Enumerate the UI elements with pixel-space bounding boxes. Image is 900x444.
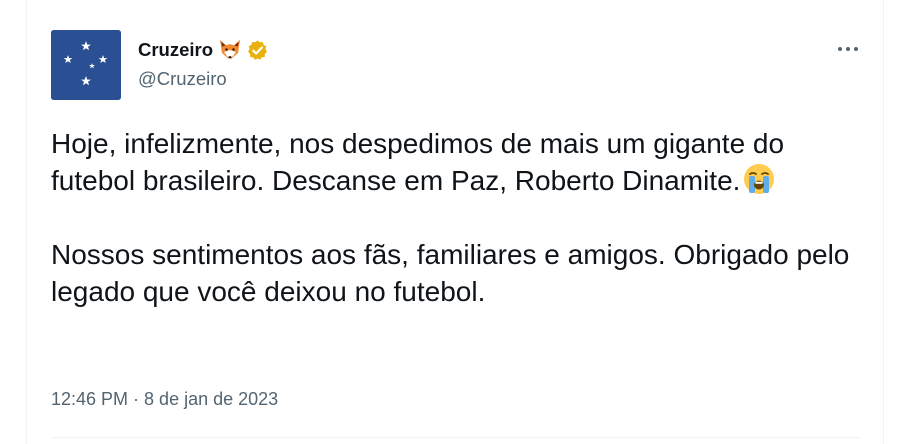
tweet-paragraph-1: Hoje, infelizmente, nos despedimos de ma…	[51, 125, 851, 199]
tweet-date[interactable]: 8 de jan de 2023	[144, 389, 278, 410]
tweet-text: Hoje, infelizmente, nos despedimos de ma…	[51, 125, 851, 310]
tweet-paragraph-2: Nossos sentimentos aos fãs, familiares e…	[51, 239, 850, 307]
tweet-time[interactable]: 12:46 PM	[51, 389, 128, 410]
more-options-button[interactable]	[833, 34, 863, 64]
display-name[interactable]: Cruzeiro	[138, 39, 213, 61]
avatar[interactable]	[51, 30, 121, 100]
loudly-crying-face-icon	[743, 163, 775, 195]
more-horizontal-icon	[838, 47, 858, 51]
meta-separator: ·	[133, 389, 140, 409]
tweet-paragraph-1-text: Hoje, infelizmente, nos despedimos de ma…	[51, 128, 785, 196]
tweet-metadata: 12:46 PM · 8 de jan de 2023	[51, 389, 278, 410]
verified-badge-icon[interactable]	[246, 39, 269, 62]
fox-face-icon	[218, 39, 242, 61]
author-name-row: Cruzeiro	[138, 37, 269, 63]
cruzeiro-crest-icon	[51, 30, 121, 100]
bottom-divider	[51, 437, 861, 438]
tweet-card: Cruzeiro @Cruzeiro Hoje, infelizmente, n…	[26, 0, 884, 444]
tweet-page: Cruzeiro @Cruzeiro Hoje, infelizmente, n…	[0, 0, 900, 444]
author-handle[interactable]: @Cruzeiro	[138, 68, 227, 90]
